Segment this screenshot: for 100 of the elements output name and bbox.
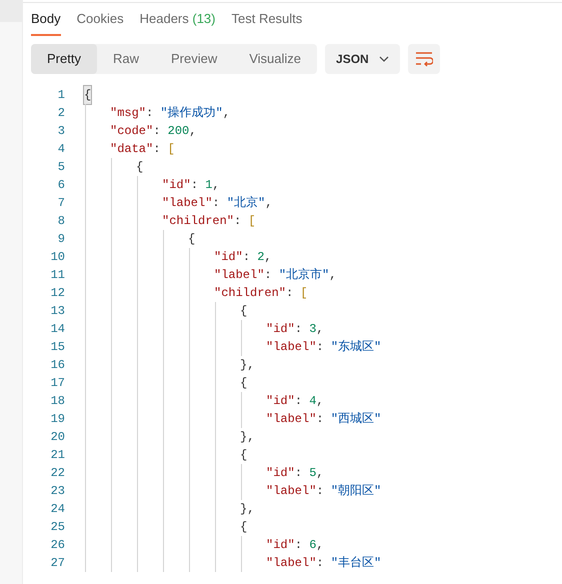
response-tab[interactable]: Cookies bbox=[76, 8, 124, 36]
line-number: 21 bbox=[50, 447, 65, 464]
response-tab[interactable]: Test Results bbox=[231, 8, 302, 36]
json-punctuation: : bbox=[294, 537, 304, 554]
json-string: "朝阳区" bbox=[330, 483, 382, 500]
json-punctuation: }, bbox=[240, 357, 254, 374]
line-number: 6 bbox=[56, 177, 65, 194]
json-punctuation: , bbox=[316, 393, 324, 410]
json-punctuation: : bbox=[286, 285, 294, 302]
json-number: 5 bbox=[309, 465, 316, 482]
json-punctuation: [ bbox=[168, 141, 175, 158]
json-punctuation: }, bbox=[240, 429, 254, 446]
wrap-lines-icon bbox=[414, 51, 433, 67]
json-punctuation: , bbox=[329, 267, 336, 284]
json-punctuation: : bbox=[153, 141, 162, 158]
line-number: 5 bbox=[56, 159, 65, 176]
line-number: 20 bbox=[50, 429, 65, 446]
json-key: "label" bbox=[162, 194, 212, 212]
view-mode-button[interactable]: Visualize bbox=[233, 44, 318, 74]
json-key: "msg" bbox=[110, 104, 146, 122]
line-number: 23 bbox=[50, 483, 65, 500]
json-key: "id" bbox=[266, 320, 295, 338]
line-number: 1 bbox=[56, 87, 65, 104]
line-number: 11 bbox=[50, 267, 65, 284]
chevron-down-icon bbox=[378, 56, 389, 62]
json-punctuation: : bbox=[212, 195, 221, 212]
json-key: "code" bbox=[110, 122, 154, 140]
json-punctuation: { bbox=[188, 231, 196, 248]
json-punctuation: [ bbox=[248, 213, 256, 230]
json-key: "children" bbox=[162, 212, 234, 230]
json-punctuation: { bbox=[84, 86, 92, 104]
json-punctuation: , bbox=[189, 123, 196, 140]
json-number: 2 bbox=[257, 249, 264, 266]
view-mode-button[interactable]: Pretty bbox=[31, 44, 97, 74]
json-punctuation: : bbox=[242, 249, 252, 266]
json-key: "label" bbox=[214, 266, 264, 284]
json-punctuation: : bbox=[264, 267, 273, 284]
json-punctuation: , bbox=[222, 105, 230, 122]
json-key: "children" bbox=[214, 284, 286, 302]
json-key: "label" bbox=[266, 338, 316, 356]
json-key: "id" bbox=[162, 176, 191, 194]
json-punctuation: , bbox=[316, 537, 324, 554]
json-punctuation: { bbox=[240, 303, 248, 320]
json-string: "丰台区" bbox=[330, 555, 382, 572]
json-number: 6 bbox=[309, 537, 316, 554]
line-number: 25 bbox=[50, 519, 65, 536]
json-punctuation: , bbox=[264, 249, 272, 266]
json-string: "北京" bbox=[226, 195, 266, 212]
json-punctuation: : bbox=[146, 105, 154, 122]
json-punctuation: : bbox=[294, 393, 304, 410]
line-number: 14 bbox=[50, 321, 65, 338]
line-number: 3 bbox=[56, 123, 65, 140]
line-number: 13 bbox=[50, 303, 65, 320]
line-number: 15 bbox=[50, 339, 65, 356]
json-string: "操作成功" bbox=[160, 105, 223, 122]
json-punctuation: , bbox=[316, 321, 324, 338]
json-key: "label" bbox=[266, 410, 316, 428]
json-punctuation: : bbox=[153, 123, 162, 140]
line-number: 7 bbox=[56, 195, 65, 212]
json-punctuation: { bbox=[240, 519, 248, 536]
json-number: 3 bbox=[309, 321, 316, 338]
json-string: "北京市" bbox=[278, 267, 330, 284]
json-punctuation: : bbox=[316, 411, 325, 428]
json-number: 4 bbox=[309, 393, 316, 410]
json-key: "id" bbox=[266, 464, 295, 482]
json-punctuation: [ bbox=[300, 285, 308, 302]
response-tab[interactable]: Body bbox=[31, 8, 61, 36]
json-punctuation: { bbox=[240, 375, 248, 392]
json-punctuation: , bbox=[265, 195, 272, 212]
json-punctuation: : bbox=[316, 483, 325, 500]
json-punctuation: : bbox=[294, 321, 304, 338]
line-number: 16 bbox=[50, 357, 65, 374]
json-punctuation: : bbox=[294, 465, 304, 482]
json-key: "id" bbox=[214, 248, 243, 266]
line-number: 27 bbox=[50, 555, 65, 572]
response-tab[interactable]: Headers (13) bbox=[140, 8, 216, 36]
view-mode-button[interactable]: Preview bbox=[154, 44, 234, 74]
format-dropdown[interactable]: JSON bbox=[325, 44, 400, 74]
json-string: "东城区" bbox=[330, 339, 382, 356]
line-number: 19 bbox=[50, 411, 65, 428]
line-number: 8 bbox=[56, 213, 65, 230]
json-key: "label" bbox=[266, 554, 316, 572]
json-punctuation: , bbox=[316, 465, 324, 482]
json-punctuation: : bbox=[190, 177, 200, 194]
json-punctuation: : bbox=[316, 339, 325, 356]
line-number: 26 bbox=[50, 537, 65, 554]
json-number: 1 bbox=[205, 177, 212, 194]
json-punctuation: , bbox=[212, 177, 220, 194]
json-punctuation: { bbox=[136, 159, 144, 176]
json-string: "西城区" bbox=[330, 411, 382, 428]
json-key: "id" bbox=[266, 392, 295, 410]
line-number: 10 bbox=[50, 249, 65, 266]
wrap-lines-button[interactable] bbox=[408, 44, 440, 74]
view-mode-button[interactable]: Raw bbox=[96, 44, 155, 74]
line-number: 2 bbox=[56, 105, 65, 122]
json-punctuation: { bbox=[240, 447, 248, 464]
line-number: 17 bbox=[50, 375, 65, 392]
json-key: "id" bbox=[266, 536, 295, 554]
line-number: 12 bbox=[50, 285, 65, 302]
json-punctuation: : bbox=[234, 213, 242, 230]
